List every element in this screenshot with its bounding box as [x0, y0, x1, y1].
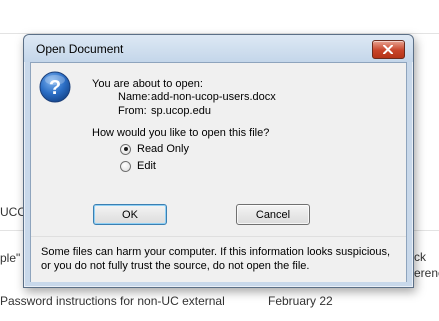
edit-radio[interactable] [120, 160, 131, 172]
list-item-date: February 22 [268, 294, 333, 308]
warning-text: Some files can harm your computer. If th… [41, 246, 391, 272]
name-label: Name: [118, 91, 151, 103]
read-only-radio[interactable] [120, 143, 131, 155]
source-site: sp.ucop.edu [151, 105, 211, 117]
intro-text: You are about to open: [92, 78, 203, 90]
ok-button[interactable]: OK [93, 204, 167, 225]
open-question: How would you like to open this file? [92, 127, 270, 139]
list-item-title[interactable]: Password instructions for non-UC externa… [0, 294, 225, 308]
background-text: ck [414, 250, 426, 264]
question-icon: ? [39, 71, 71, 103]
dialog-titlebar[interactable]: Open Document [24, 35, 413, 62]
cancel-button[interactable]: Cancel [236, 204, 310, 225]
security-warning: Some files can harm your computer. If th… [31, 236, 406, 282]
read-only-label: Read Only [137, 143, 189, 155]
edit-label: Edit [137, 160, 156, 172]
close-button[interactable] [372, 40, 405, 59]
svg-text:?: ? [49, 77, 61, 99]
dialog-title: Open Document [36, 42, 124, 56]
from-label: From: [118, 105, 147, 117]
dialog-body: ? You are about to open: Name: add-non-u… [30, 62, 407, 282]
read-only-option[interactable]: Read Only [120, 142, 189, 156]
close-icon [383, 45, 393, 54]
file-name: add-non-ucop-users.docx [151, 91, 276, 103]
open-document-dialog: Open Document ? You are about to open: N… [23, 34, 414, 288]
background-text: erenc [414, 266, 439, 280]
edit-option[interactable]: Edit [120, 159, 156, 173]
background-text: ple" [0, 251, 21, 265]
